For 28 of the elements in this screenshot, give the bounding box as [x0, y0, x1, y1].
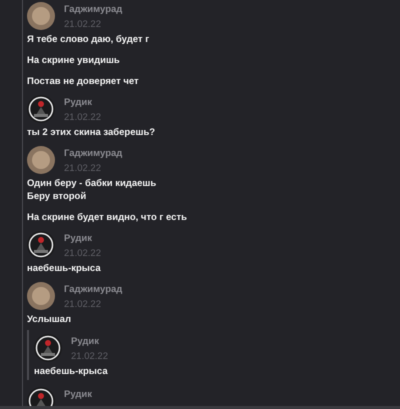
- author-name[interactable]: Рудик: [71, 336, 108, 347]
- message-date: 21.02.22: [64, 299, 102, 310]
- message-text: ты 2 этих скина заберешь?: [27, 126, 156, 139]
- author-name[interactable]: Гаджимурад: [64, 148, 122, 159]
- avatar-emblem-icon: [27, 95, 55, 123]
- message-text: На скрине будет видно, что г есть: [27, 211, 188, 224]
- message-text: На скрине увидишь: [27, 54, 121, 67]
- avatar-photo-placeholder: [27, 146, 55, 174]
- author-name[interactable]: Рудик: [64, 233, 101, 244]
- message-date: 21.02.22: [64, 112, 101, 123]
- message-date: 21.02.22: [64, 19, 102, 30]
- author-name[interactable]: Гаджимурад: [64, 4, 122, 15]
- message-text: Услышал: [27, 313, 72, 326]
- message-date: 21.02.22: [64, 163, 102, 174]
- avatar-photo-placeholder: [27, 282, 55, 310]
- author-name[interactable]: Рудик: [64, 97, 101, 108]
- avatar-emblem-icon: [27, 231, 55, 259]
- message-text: Один беру - бабки кидаешь Беру второй: [27, 177, 158, 203]
- author-name[interactable]: Рудик: [64, 389, 92, 400]
- message-text: Постав не доверяет чет: [27, 75, 140, 88]
- avatar-photo-placeholder: [27, 2, 55, 30]
- message-date: 21.02.22: [71, 351, 108, 362]
- avatar-emblem-icon: [34, 334, 62, 362]
- message-text: Я тебе слово даю, будет г: [27, 33, 150, 46]
- message-text: наебешь-крыса: [34, 365, 109, 378]
- message-date: 21.02.22: [64, 248, 101, 259]
- author-name[interactable]: Гаджимурад: [64, 284, 122, 295]
- message-text: наебешь-крыса: [27, 262, 102, 275]
